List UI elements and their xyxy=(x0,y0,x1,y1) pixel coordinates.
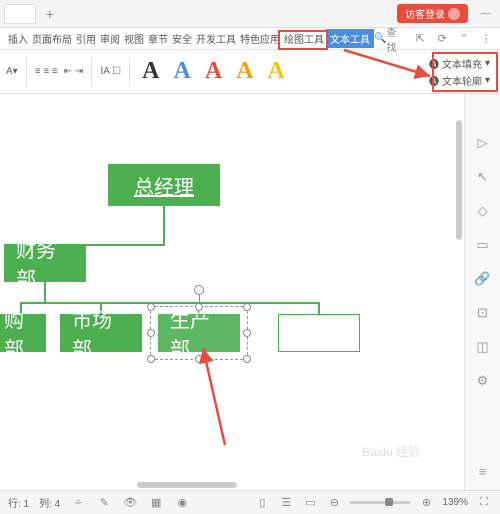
menu-security[interactable]: 安全 xyxy=(170,29,194,48)
org-node-production[interactable]: 生产部 xyxy=(158,314,240,352)
view-outline-icon[interactable]: ☰ xyxy=(278,495,294,511)
fullscreen-icon[interactable]: ⛶ xyxy=(476,495,492,511)
status-spell-icon[interactable]: ⌯ xyxy=(70,495,86,511)
text-outline-button[interactable]: 🅐 文本轮廓▾ xyxy=(429,73,490,88)
org-node-ceo[interactable]: 总经理 xyxy=(108,164,220,206)
font-style-group[interactable]: A▾ xyxy=(6,66,18,77)
zoom-in-icon[interactable]: ⊕ xyxy=(418,495,434,511)
watermark: Baidu 经验 xyxy=(362,443,420,460)
side-shape-icon[interactable]: ◇ xyxy=(474,202,492,220)
side-select-icon[interactable]: ▷ xyxy=(474,134,492,152)
text-fill-button[interactable]: 🅐 文本填充▾ xyxy=(429,56,490,71)
document-canvas[interactable]: 总经理 财务部 购部 市场部 生产部 Baidu 经验 xyxy=(0,94,464,490)
text-fill-icon: 🅐 xyxy=(429,56,439,71)
org-node-finance[interactable]: 财务部 xyxy=(4,244,86,282)
vertical-scrollbar[interactable] xyxy=(456,120,464,474)
add-tab-icon[interactable]: + xyxy=(40,4,60,24)
vertical-scroll-thumb[interactable] xyxy=(456,120,462,240)
menu-page-layout[interactable]: 页面布局 xyxy=(30,29,74,48)
org-node-marketing[interactable]: 市场部 xyxy=(60,314,142,352)
view-print-icon[interactable]: ▯ xyxy=(254,495,270,511)
collapse-icon[interactable]: ⌃ xyxy=(456,31,472,47)
resize-handle-sw[interactable] xyxy=(147,355,155,363)
text-style-A5[interactable]: A xyxy=(264,58,289,85)
resize-handle-ne[interactable] xyxy=(243,303,251,311)
side-panel: ▷ ↖ ◇ ▭ 🔗 ⊡ ◫ ⚙ ≡ xyxy=(464,94,500,490)
side-settings-icon[interactable]: ⚙ xyxy=(474,372,492,390)
text-style-A2[interactable]: A xyxy=(169,58,194,85)
status-row: 行: 1 xyxy=(8,495,29,510)
status-layout-icon[interactable]: ▦ xyxy=(148,495,164,511)
zoom-out-icon[interactable]: ⊖ xyxy=(326,495,342,511)
side-link-icon[interactable]: 🔗 xyxy=(474,270,492,288)
resize-handle-nw[interactable] xyxy=(147,303,155,311)
more-icon[interactable]: ⋮ xyxy=(478,31,494,47)
text-style-A4[interactable]: A xyxy=(232,58,257,85)
zoom-level[interactable]: 139% xyxy=(442,497,468,508)
menu-text-tools[interactable]: 文本工具 xyxy=(326,29,374,48)
cloud-icon[interactable]: ⟳ xyxy=(434,31,450,47)
view-web-icon[interactable]: ▭ xyxy=(302,495,318,511)
menu-section[interactable]: 章节 xyxy=(146,29,170,48)
menu-references[interactable]: 引用 xyxy=(74,29,98,48)
toolbar: A▾ ≡ ≡ ≡ ⇤ ⇥ ⅠA ☐ A A A A A 🅐 文本填充▾ 🅐 文本… xyxy=(0,50,500,94)
horizontal-scrollbar[interactable] xyxy=(0,482,456,490)
side-chart-icon[interactable]: ◫ xyxy=(474,338,492,356)
horizontal-scroll-thumb[interactable] xyxy=(137,482,237,488)
side-arrow-icon[interactable]: ↖ xyxy=(474,168,492,186)
side-collapse-icon[interactable]: ≡ xyxy=(474,462,492,480)
text-style-A3[interactable]: A xyxy=(201,58,226,85)
list-group[interactable]: ≡ ≡ ≡ xyxy=(35,66,58,77)
zoom-slider[interactable] xyxy=(350,501,410,504)
org-node-empty[interactable] xyxy=(278,314,360,352)
menu-drawing-tools[interactable]: 绘图工具 xyxy=(282,29,326,48)
minimize-icon[interactable]: — xyxy=(476,4,496,24)
status-eye-icon[interactable]: 👁 xyxy=(122,495,138,511)
resize-handle-w[interactable] xyxy=(147,329,155,337)
resize-handle-se[interactable] xyxy=(243,355,251,363)
menubar: 插入 页面布局 引用 审阅 视图 章节 安全 开发工具 特色应用 绘图工具 文本… xyxy=(0,28,500,50)
document-tab[interactable] xyxy=(4,4,36,24)
menu-special[interactable]: 特色应用 xyxy=(238,29,282,48)
rotate-handle[interactable] xyxy=(194,285,204,295)
menu-developer[interactable]: 开发工具 xyxy=(194,29,238,48)
text-direction-group[interactable]: ⅠA ☐ xyxy=(100,66,121,77)
text-style-A1[interactable]: A xyxy=(138,58,163,85)
search-button[interactable]: 🔍 查找 xyxy=(374,24,406,54)
status-lock-icon[interactable]: ◉ xyxy=(174,495,190,511)
menu-review[interactable]: 审阅 xyxy=(98,29,122,48)
menu-insert[interactable]: 插入 xyxy=(6,29,30,48)
menu-view[interactable]: 视图 xyxy=(122,29,146,48)
resize-handle-e[interactable] xyxy=(243,329,251,337)
statusbar: 行: 1 列: 4 ⌯ ✎ 👁 ▦ ◉ ▯ ☰ ▭ ⊖ ⊕ 139% ⛶ xyxy=(0,490,500,514)
login-button[interactable]: 访客登录 xyxy=(397,4,468,23)
side-image-icon[interactable]: ⊡ xyxy=(474,304,492,322)
indent-group[interactable]: ⇤ ⇥ xyxy=(64,66,84,77)
text-outline-icon: 🅐 xyxy=(429,73,439,88)
search-icon: 🔍 xyxy=(374,33,386,44)
org-node-purchase[interactable]: 购部 xyxy=(0,314,46,352)
share-icon[interactable]: ⇱ xyxy=(412,31,428,47)
status-edit-icon[interactable]: ✎ xyxy=(96,495,112,511)
side-layers-icon[interactable]: ▭ xyxy=(474,236,492,254)
status-col: 列: 4 xyxy=(39,495,60,510)
